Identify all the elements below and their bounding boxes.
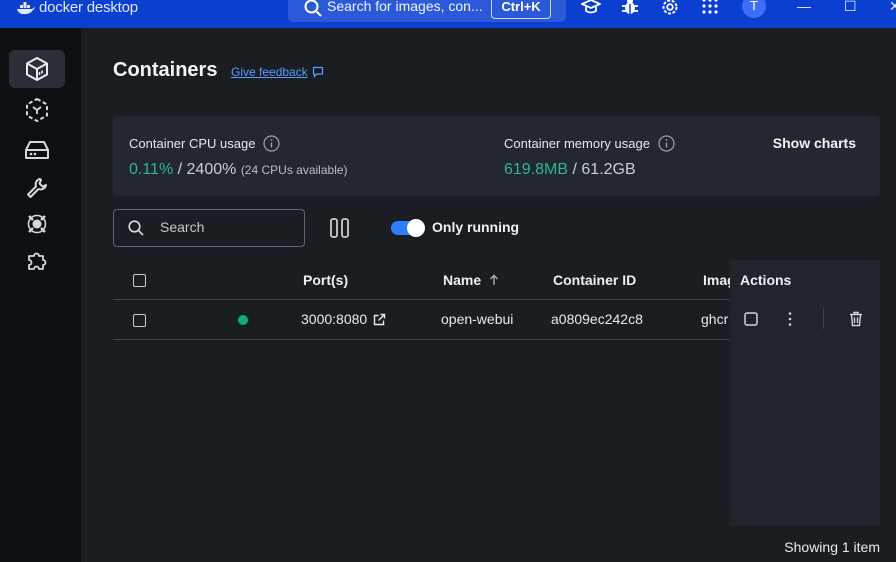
search-icon xyxy=(304,0,322,17)
shortcut-badge: Ctrl+K xyxy=(491,0,551,19)
header-name-sortable[interactable]: Name xyxy=(443,272,499,288)
actions-divider xyxy=(823,307,824,329)
info-icon[interactable] xyxy=(658,135,675,152)
docker-scout-icon xyxy=(27,214,47,234)
volumes-icon xyxy=(25,141,49,159)
brand: docker desktop xyxy=(17,0,138,16)
memory-separator: / xyxy=(568,161,582,178)
container-name[interactable]: open-webui xyxy=(441,311,513,327)
row-checkbox[interactable] xyxy=(133,314,146,327)
give-feedback-link[interactable]: Give feedback xyxy=(231,65,324,79)
usage-stats-panel: Container CPU usage 0.11% / 2400% (24 CP… xyxy=(113,116,880,196)
bug-report-icon[interactable] xyxy=(621,0,639,17)
cpu-usage-value: 0.11% / 2400% (24 CPUs available) xyxy=(129,161,348,179)
port-link[interactable]: 3000:8080 xyxy=(301,311,386,327)
feedback-chat-icon xyxy=(312,66,323,78)
container-image[interactable]: ghcr xyxy=(701,311,728,327)
containers-icon xyxy=(26,57,48,81)
sidebar-item-builds[interactable] xyxy=(9,169,65,207)
container-id: a0809ec242c8 xyxy=(551,311,643,327)
sidebar-item-containers[interactable] xyxy=(9,50,65,88)
memory-usage-title: Container memory usage xyxy=(504,136,650,151)
show-charts-button[interactable]: Show charts xyxy=(773,135,856,151)
header-name: Name xyxy=(443,272,482,288)
search-icon xyxy=(128,220,144,236)
actions-column: Actions xyxy=(730,260,880,526)
memory-usage-label: Container memory usage xyxy=(504,135,675,152)
header-container-id[interactable]: Container ID xyxy=(553,272,636,288)
cpu-total: 2400% xyxy=(186,161,237,178)
cpu-used: 0.11% xyxy=(129,161,174,178)
cpu-usage-title: Container CPU usage xyxy=(129,136,256,151)
minimize-button[interactable]: — xyxy=(797,0,811,14)
trash-delete-icon[interactable] xyxy=(849,311,863,327)
sort-ascending-icon xyxy=(490,274,499,285)
memory-total: 61.2GB xyxy=(581,161,636,178)
item-count: Showing 1 item xyxy=(784,539,880,555)
app-name: docker desktop xyxy=(39,0,138,16)
learning-center-icon[interactable] xyxy=(581,0,601,17)
title-bar: docker desktop Search for images, con...… xyxy=(0,0,896,28)
container-search[interactable] xyxy=(113,209,305,247)
puzzle-extensions-icon xyxy=(28,252,47,270)
sidebar xyxy=(0,28,81,562)
cpu-separator: / xyxy=(173,161,187,178)
main-content: Containers Give feedback Container CPU u… xyxy=(81,28,896,562)
user-avatar[interactable]: T xyxy=(742,0,766,18)
cpu-usage-label: Container CPU usage xyxy=(129,135,281,152)
memory-used: 619.8MB xyxy=(504,161,569,178)
apps-grid-icon[interactable] xyxy=(701,0,719,15)
only-running-toggle[interactable] xyxy=(391,219,425,237)
global-search-placeholder: Search for images, con... xyxy=(327,0,483,14)
toggle-knob xyxy=(407,219,425,237)
more-actions-icon[interactable] xyxy=(787,311,793,327)
wrench-icon xyxy=(27,178,47,198)
select-all-checkbox[interactable] xyxy=(133,274,146,287)
give-feedback-label: Give feedback xyxy=(231,65,308,79)
memory-usage-value: 619.8MB / 61.2GB xyxy=(504,161,636,179)
page-title: Containers xyxy=(113,59,218,81)
sidebar-item-extensions[interactable] xyxy=(9,242,65,280)
sidebar-item-docker-scout[interactable] xyxy=(9,205,65,243)
cpu-note: (24 CPUs available) xyxy=(240,163,348,177)
info-icon[interactable] xyxy=(263,135,281,152)
start-stop-icon[interactable] xyxy=(744,312,758,326)
port-value: 3000:8080 xyxy=(301,311,368,327)
settings-gear-icon[interactable] xyxy=(660,0,680,17)
header-ports[interactable]: Port(s) xyxy=(303,272,348,288)
external-link-icon xyxy=(373,313,386,325)
header-actions: Actions xyxy=(740,272,792,288)
column-toggle-icon[interactable] xyxy=(329,217,351,239)
images-icon xyxy=(26,97,48,123)
only-running-label: Only running xyxy=(432,219,520,235)
global-search[interactable]: Search for images, con... Ctrl+K xyxy=(288,0,566,22)
search-input[interactable] xyxy=(158,218,297,236)
sidebar-item-volumes[interactable] xyxy=(9,131,65,169)
close-button[interactable]: ✕ xyxy=(889,0,896,15)
docker-whale-icon xyxy=(17,1,35,14)
sidebar-item-images[interactable] xyxy=(9,91,65,129)
maximize-button[interactable]: ☐ xyxy=(844,0,857,15)
status-running-indicator xyxy=(238,315,248,325)
